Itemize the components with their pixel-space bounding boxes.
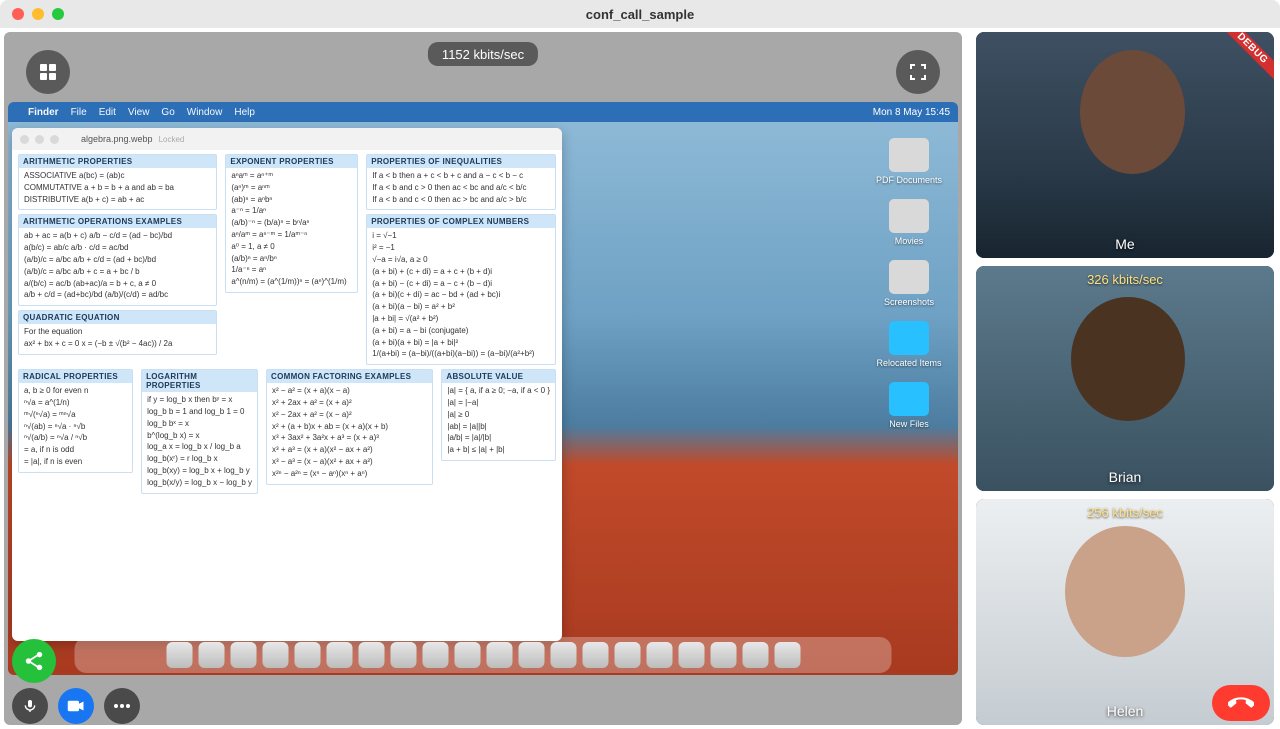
share-button[interactable] xyxy=(12,639,56,683)
bitrate-badge: 1152 kbits/sec xyxy=(428,42,538,66)
desktop-icons: PDF Documents Movies Screenshots Relocat… xyxy=(870,138,948,429)
menubar-clock: Mon 8 May 15:45 xyxy=(873,107,950,118)
participant-name: Brian xyxy=(976,469,1274,485)
desktop-item[interactable]: New Files xyxy=(874,382,944,429)
preview-filename: algebra.png.webp xyxy=(81,134,153,144)
section-inequalities: PROPERTIES OF INEQUALITIES If a < b then… xyxy=(366,154,556,210)
section-exponent: EXPONENT PROPERTIES aⁿaᵐ = aⁿ⁺ᵐ(aⁿ)ᵐ = a… xyxy=(225,154,358,293)
menubar-item[interactable]: Finder xyxy=(28,107,59,118)
window-title: conf_call_sample xyxy=(0,7,1280,22)
desktop-wallpaper: algebra.png.webp Locked ARITHMETIC PROPE… xyxy=(8,122,958,675)
section-absolute: ABSOLUTE VALUE |a| = { a, if a ≥ 0; −a, … xyxy=(441,369,556,461)
preview-content: ARITHMETIC PROPERTIES ASSOCIATIVE a(bc) … xyxy=(12,150,562,641)
mute-button[interactable] xyxy=(12,688,48,724)
participant-name: Me xyxy=(976,236,1274,252)
participant-bitrate: 256 kbits/sec xyxy=(976,505,1274,520)
fullscreen-button[interactable] xyxy=(896,50,940,94)
participant-tile-brian[interactable]: 326 kbits/sec Brian xyxy=(976,266,1274,492)
menubar-item[interactable]: Go xyxy=(161,107,174,118)
screen-share-panel: 1152 kbits/sec Finder File Edit View Go … xyxy=(4,32,962,725)
window-titlebar: conf_call_sample xyxy=(0,0,1280,28)
macos-menubar: Finder File Edit View Go Window Help Mon… xyxy=(8,102,958,122)
menubar-item[interactable]: Edit xyxy=(99,107,116,118)
desktop-item[interactable]: PDF Documents xyxy=(874,138,944,185)
shared-desktop: Finder File Edit View Go Window Help Mon… xyxy=(8,102,958,675)
desktop-item[interactable]: Screenshots xyxy=(874,260,944,307)
menubar-item[interactable]: File xyxy=(71,107,87,118)
macos-dock[interactable] xyxy=(75,637,892,673)
window-close-icon[interactable] xyxy=(12,8,24,20)
layout-grid-button[interactable] xyxy=(26,50,70,94)
menubar-item[interactable]: Help xyxy=(234,107,255,118)
preview-window[interactable]: algebra.png.webp Locked ARITHMETIC PROPE… xyxy=(12,128,562,641)
preview-status: Locked xyxy=(159,135,185,144)
participants-panel: DEBUG Me 326 kbits/sec Brian 256 kbits/s… xyxy=(970,28,1280,729)
more-button[interactable] xyxy=(104,688,140,724)
section-factoring: COMMON FACTORING EXAMPLES x² − a² = (x +… xyxy=(266,369,433,484)
window-minimize-icon[interactable] xyxy=(32,8,44,20)
preview-toolbar: algebra.png.webp Locked xyxy=(12,128,562,150)
desktop-item[interactable]: Movies xyxy=(874,199,944,246)
section-quadratic: QUADRATIC EQUATION For the equationax² +… xyxy=(18,310,217,355)
call-toolbar xyxy=(0,683,1280,729)
section-radical: RADICAL PROPERTIES a, b ≥ 0 for even nⁿ√… xyxy=(18,369,133,473)
section-logarithm: LOGARITHM PROPERTIES if y = log_b x then… xyxy=(141,369,258,493)
menubar-item[interactable]: Window xyxy=(187,107,223,118)
hangup-button[interactable] xyxy=(1212,685,1270,721)
section-arithmetic-properties: ARITHMETIC PROPERTIES ASSOCIATIVE a(bc) … xyxy=(18,154,217,210)
menubar-item[interactable]: View xyxy=(128,107,150,118)
window-zoom-icon[interactable] xyxy=(52,8,64,20)
camera-button[interactable] xyxy=(58,688,94,724)
participant-tile-me[interactable]: DEBUG Me xyxy=(976,32,1274,258)
section-complex: PROPERTIES OF COMPLEX NUMBERS i = √−1i² … xyxy=(366,214,556,365)
section-arithmetic-operations: ARITHMETIC OPERATIONS EXAMPLES ab + ac =… xyxy=(18,214,217,306)
participant-bitrate: 326 kbits/sec xyxy=(976,272,1274,287)
desktop-item[interactable]: Relocated Items xyxy=(874,321,944,368)
